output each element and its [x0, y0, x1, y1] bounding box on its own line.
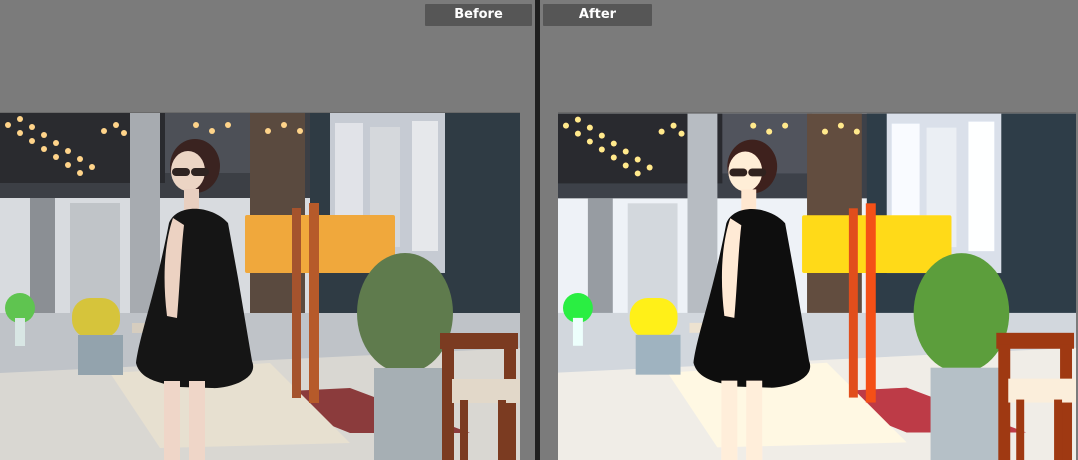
after-label: After [543, 4, 652, 26]
before-after-comparison: Before After [0, 0, 1078, 460]
before-pane: Before [0, 0, 535, 460]
street-photo-illustration [0, 113, 520, 460]
after-photo [558, 112, 1076, 460]
before-photo [0, 112, 520, 460]
street-photo-illustration-edited [558, 113, 1076, 460]
before-label: Before [425, 4, 532, 26]
after-pane: After [540, 0, 1078, 460]
